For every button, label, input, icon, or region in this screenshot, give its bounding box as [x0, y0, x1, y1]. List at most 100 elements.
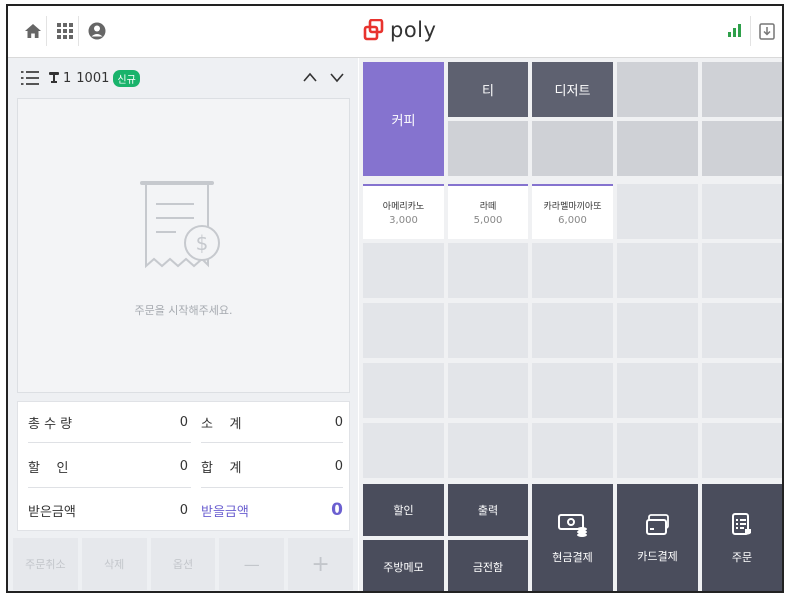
cash-drawer-button[interactable]: 금전함: [448, 540, 528, 591]
poly-logo: poly: [363, 18, 436, 42]
amount-due-label: 받을금액: [201, 504, 249, 520]
category-empty[interactable]: [702, 62, 782, 117]
card-icon: [645, 513, 669, 535]
menu-item-caramel-macchiato[interactable]: 카라멜마끼아또 6,000: [532, 184, 613, 239]
table-number: 1: [63, 70, 72, 86]
amount-due-row: 받을금액 0: [201, 490, 343, 530]
order-list: $ 주문을 시작해주세요.: [17, 98, 350, 393]
menu-slot-empty[interactable]: [532, 243, 613, 298]
cancel-order-button[interactable]: 주문취소: [13, 538, 78, 590]
discount-label: 할 인: [28, 460, 69, 476]
menu-slot-empty[interactable]: [702, 423, 782, 478]
menu-slot-empty[interactable]: [532, 423, 613, 478]
kitchen-memo-button[interactable]: 주방메모: [363, 540, 444, 591]
menu-slot-empty[interactable]: [702, 184, 782, 239]
cash-payment-button[interactable]: 현금결제: [532, 484, 613, 591]
received-row: 받은금액 0: [28, 490, 188, 530]
menu-slot-empty[interactable]: [363, 423, 444, 478]
category-empty[interactable]: [448, 121, 528, 176]
total-label: 합 계: [201, 460, 242, 476]
menu-slot-empty[interactable]: [448, 243, 528, 298]
menu-grid-button[interactable]: [52, 16, 79, 46]
quantity-label: 총 수 량: [28, 416, 73, 432]
menu-slot-empty[interactable]: [617, 363, 698, 418]
category-tea[interactable]: 티: [448, 62, 528, 117]
item-name: 카라멜마끼아또: [543, 202, 602, 212]
order-label: 주문: [731, 550, 753, 564]
empty-order-message: 주문을 시작해주세요.: [134, 304, 233, 317]
menu-slot-empty[interactable]: [702, 303, 782, 358]
user-icon: [88, 22, 106, 40]
decrease-button[interactable]: —: [219, 538, 285, 590]
total-row: 합 계 0: [201, 446, 343, 486]
subtotal-value: 0: [334, 414, 343, 430]
subtotal-row: 소 계 0: [201, 402, 343, 442]
signal-icon: [728, 23, 741, 37]
user-button[interactable]: [84, 16, 110, 46]
print-button[interactable]: 출력: [448, 484, 528, 536]
menu-slot-empty[interactable]: [702, 243, 782, 298]
menu-slot-empty[interactable]: [617, 423, 698, 478]
quantity-row: 총 수 량 0: [28, 402, 188, 442]
grid-icon: [57, 23, 73, 39]
top-bar: poly: [8, 6, 782, 58]
order-list-icon: [732, 512, 751, 535]
item-price: 6,000: [558, 215, 587, 226]
menu-panel: 커피 티 디저트 아메리카노 3,000 라떼 5,000 카라멜마끼아또 6,…: [359, 58, 782, 591]
category-empty[interactable]: [617, 62, 698, 117]
discount-value: 0: [179, 458, 188, 474]
discount-button[interactable]: 할인: [363, 484, 444, 536]
option-button[interactable]: 옵션: [150, 538, 216, 590]
category-empty[interactable]: [617, 121, 698, 176]
card-payment-button[interactable]: 카드결제: [617, 484, 698, 591]
subtotal-label: 소 계: [201, 416, 242, 432]
menu-slot-empty[interactable]: [363, 363, 444, 418]
quantity-value: 0: [179, 414, 188, 430]
menu-slot-empty[interactable]: [448, 303, 528, 358]
menu-slot-empty[interactable]: [363, 243, 444, 298]
chevron-up-icon[interactable]: [303, 72, 317, 82]
pos-window: poly 1 1001 신규 $ 주문을 시작해주세요. 총 수 량 0 소 계…: [6, 4, 784, 593]
delete-button[interactable]: 삭제: [81, 538, 147, 590]
order-action-bar: 주문취소 삭제 옵션 — +: [8, 538, 358, 591]
category-empty[interactable]: [702, 121, 782, 176]
item-price: 5,000: [473, 215, 503, 226]
cash-payment-label: 현금결제: [552, 550, 593, 564]
menu-slot-empty[interactable]: [448, 363, 528, 418]
menu-item-latte[interactable]: 라떼 5,000: [448, 184, 528, 239]
poly-logo-icon: [363, 19, 384, 41]
order-button[interactable]: 주문: [702, 484, 782, 591]
category-empty[interactable]: [532, 121, 613, 176]
received-value: 0: [179, 502, 188, 518]
category-dessert[interactable]: 디저트: [532, 62, 613, 117]
download-icon: [759, 22, 775, 40]
menu-slot-empty[interactable]: [702, 363, 782, 418]
totals-panel: 총 수 량 0 소 계 0 할 인 0 합 계 0 받은금액 0 받을금액 0: [17, 401, 350, 531]
menu-slot-empty[interactable]: [363, 303, 444, 358]
item-name: 아메리카노: [382, 202, 425, 212]
menu-slot-empty[interactable]: [617, 243, 698, 298]
home-icon: [25, 24, 41, 38]
home-button[interactable]: [20, 16, 47, 46]
item-price: 3,000: [389, 215, 418, 226]
logo-text: poly: [390, 18, 437, 42]
new-order-badge: 신규: [113, 69, 140, 87]
menu-item-americano[interactable]: 아메리카노 3,000: [363, 184, 444, 239]
menu-slot-empty[interactable]: [532, 303, 613, 358]
item-name: 라떼: [479, 202, 497, 212]
increase-button[interactable]: +: [288, 538, 353, 590]
received-label: 받은금액: [28, 504, 76, 520]
category-coffee[interactable]: 커피: [363, 62, 444, 176]
svg-text:$: $: [196, 231, 209, 255]
list-menu-icon[interactable]: [21, 71, 39, 85]
chevron-down-icon[interactable]: [330, 73, 344, 83]
amount-due-value: 0: [331, 500, 343, 520]
receipt-icon: $: [140, 181, 220, 269]
menu-slot-empty[interactable]: [617, 184, 698, 239]
download-button[interactable]: [750, 16, 782, 46]
menu-slot-empty[interactable]: [448, 423, 528, 478]
menu-slot-empty[interactable]: [617, 303, 698, 358]
menu-slot-empty[interactable]: [532, 363, 613, 418]
total-value: 0: [334, 458, 343, 474]
order-panel: 1 1001 신규 $ 주문을 시작해주세요. 총 수 량 0 소 계 0 할 …: [8, 58, 358, 591]
